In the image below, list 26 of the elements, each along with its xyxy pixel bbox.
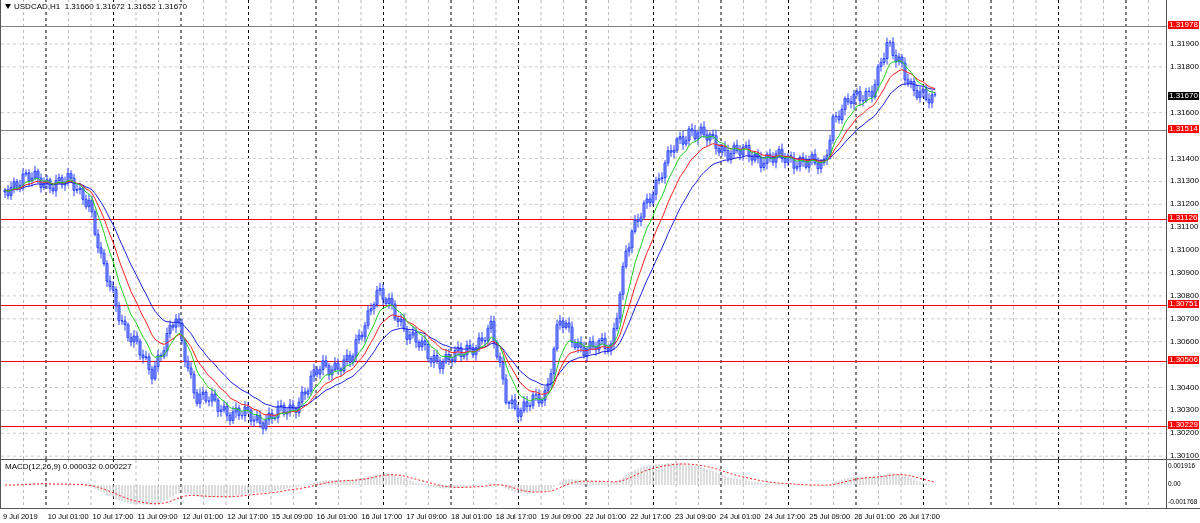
macd-label: MACD(12,26,9) 0.000032 0.000227 <box>5 462 132 471</box>
price-level-label: 1.31126 <box>1168 214 1199 222</box>
price-axis-label: 1.30400 <box>1170 383 1199 392</box>
price-axis-label: 1.31300 <box>1170 177 1199 186</box>
price-level-label: 1.31514 <box>1168 125 1199 133</box>
current-price-label: 1.31670 <box>1168 92 1199 100</box>
price-axis-label: 1.30100 <box>1170 452 1199 461</box>
price-level-label: 1.31978 <box>1168 21 1199 29</box>
price-axis-label: 1.31600 <box>1170 108 1199 117</box>
price-level-label: 1.30229 <box>1168 421 1199 429</box>
price-axis-label: 1.31400 <box>1170 154 1199 163</box>
price-level-label: 1.30751 <box>1168 300 1199 308</box>
price-axis-label: 1.30900 <box>1170 269 1199 277</box>
dropdown-triangle-icon[interactable] <box>5 4 11 9</box>
price-axis-label: 1.31800 <box>1170 62 1199 71</box>
price-axis-label: 1.31000 <box>1170 246 1199 255</box>
symbol-quote-text: USDCAD,H1 1.31660 1.31672 1.31652 1.31670 <box>14 2 187 11</box>
price-axis-label: 1.31900 <box>1170 40 1199 48</box>
price-axis-label: 1.31100 <box>1170 223 1199 232</box>
price-level-label: 1.30506 <box>1168 356 1199 364</box>
price-axis-label: 1.30600 <box>1170 337 1199 346</box>
price-axis-label: 1.30200 <box>1170 429 1199 438</box>
price-axis-label: 1.30300 <box>1170 406 1199 415</box>
price-axis-label: 1.30700 <box>1170 314 1199 323</box>
price-axis-label: 1.31200 <box>1170 200 1199 209</box>
price-axis-label: 1.30800 <box>1170 291 1199 300</box>
